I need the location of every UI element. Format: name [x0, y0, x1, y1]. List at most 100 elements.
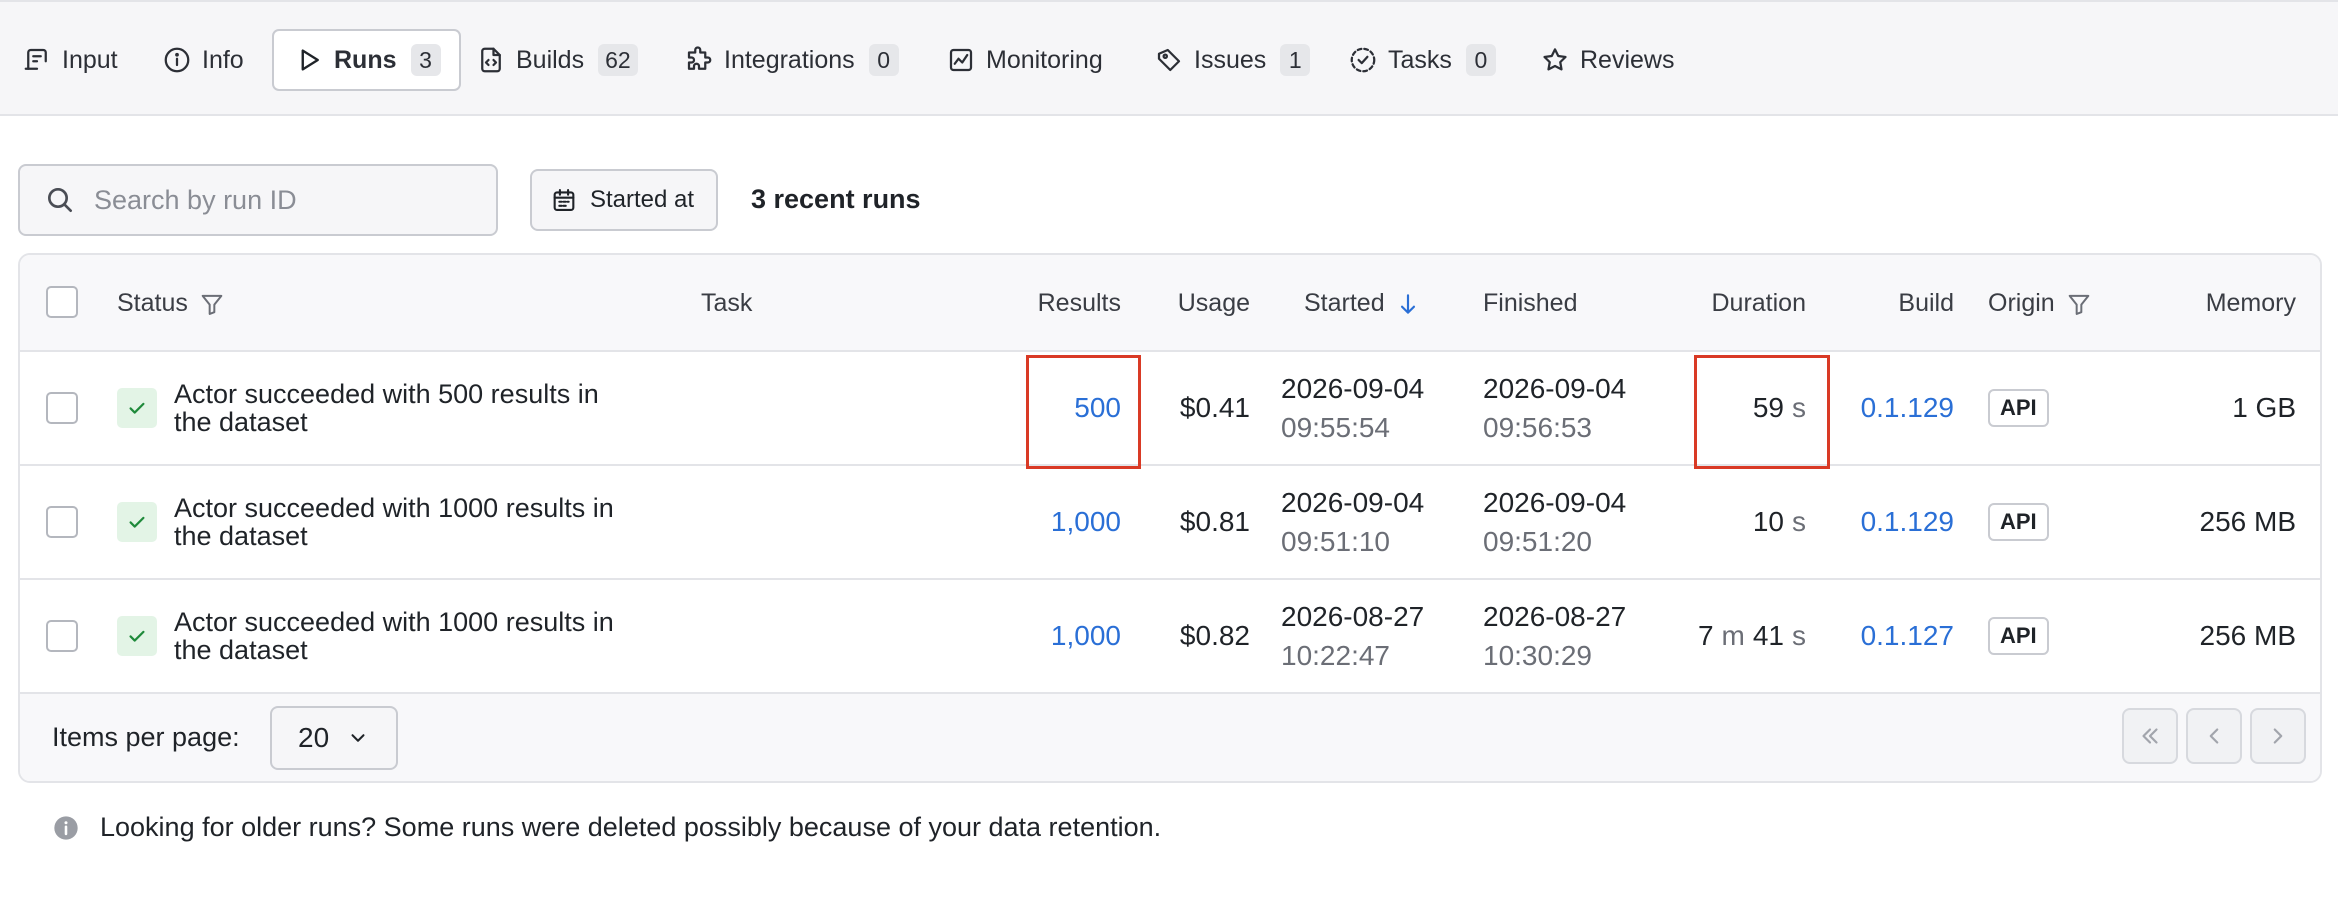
items-per-page-value: 20	[298, 722, 330, 753]
column-header-memory: Memory	[2170, 255, 2296, 352]
chart-icon	[949, 48, 973, 72]
table-header: Status Task Results Usage Started Finish…	[20, 255, 2320, 352]
tab-issues[interactable]: Issues 1	[1154, 29, 1311, 91]
runs-table: Status Task Results Usage Started Finish…	[18, 253, 2322, 783]
started-at-filter-button[interactable]: Started at	[530, 169, 718, 231]
status-line: the dataset	[174, 635, 308, 665]
tab-label: Runs	[334, 45, 397, 74]
status-text[interactable]: Actor succeeded with 1000 results in the…	[174, 608, 674, 664]
status-line: Actor succeeded with 1000 results in	[174, 493, 614, 523]
build-link[interactable]: 0.1.129	[1850, 352, 1954, 464]
started-date: 2026-08-27	[1281, 601, 1425, 632]
tab-count-badge: 0	[1465, 44, 1496, 76]
tab-builds[interactable]: Builds 62	[476, 29, 638, 91]
duration-highlight-box	[1694, 355, 1830, 469]
search-icon	[48, 188, 72, 212]
origin-badge: API	[1988, 503, 2049, 541]
tab-count-badge: 62	[598, 44, 638, 76]
tab-label: Builds	[516, 45, 585, 74]
success-status-badge	[117, 616, 157, 656]
input-icon	[24, 48, 47, 70]
chevron-right-icon	[2273, 728, 2283, 744]
usage-cell: $0.41	[1179, 392, 1250, 423]
tab-info[interactable]: Info	[162, 29, 244, 91]
column-label: Status	[117, 289, 188, 317]
search-box[interactable]	[18, 164, 498, 236]
tab-label: Tasks	[1388, 45, 1452, 74]
status-line: Actor succeeded with 1000 results in	[174, 607, 614, 637]
started-cell: 2026-08-27 10:22:47	[1281, 580, 1424, 692]
info-filled-icon	[54, 815, 78, 840]
build-link[interactable]: 0.1.127	[1850, 580, 1954, 692]
column-header-started[interactable]: Started	[1304, 255, 1421, 352]
retention-notice: Looking for older runs? Some runs were d…	[52, 812, 1161, 843]
status-text[interactable]: Actor succeeded with 1000 results in the…	[174, 494, 674, 550]
table-row[interactable]: Actor succeeded with 1000 results in the…	[20, 580, 2320, 694]
finished-time: 10:30:29	[1483, 640, 1592, 671]
filter-icon[interactable]	[198, 290, 226, 318]
column-label: Duration	[1711, 289, 1807, 317]
duration-value: 41	[1752, 620, 1784, 651]
row-checkbox[interactable]	[46, 620, 78, 652]
results-link[interactable]: 1,000	[1020, 466, 1121, 578]
items-per-page-select[interactable]: 20	[270, 706, 398, 770]
success-status-badge	[117, 388, 157, 428]
memory-cell: 256 MB	[2199, 506, 2297, 537]
column-label: Started	[1304, 289, 1385, 317]
tab-count-badge: 1	[1280, 44, 1311, 76]
column-header-usage: Usage	[1160, 255, 1250, 352]
started-time: 09:55:54	[1281, 412, 1390, 443]
table-row[interactable]: Actor succeeded with 500 results in the …	[20, 352, 2320, 466]
column-header-origin[interactable]: Origin	[1988, 255, 2093, 352]
finished-cell: 2026-09-04 09:56:53	[1483, 352, 1626, 464]
memory-cell: 1 GB	[2232, 392, 2296, 423]
chevron-left-icon	[2209, 728, 2219, 744]
check-icon	[129, 402, 145, 414]
row-checkbox[interactable]	[46, 392, 78, 424]
next-page-button[interactable]	[2250, 708, 2306, 764]
tab-bar: Input Info Runs 3 Builds 62 Integrations…	[0, 0, 2338, 116]
origin-cell: API	[1988, 352, 2049, 464]
column-label: Origin	[1988, 289, 2055, 317]
duration-unit: m	[1721, 620, 1745, 651]
finished-cell: 2026-09-04 09:51:20	[1483, 466, 1626, 578]
tab-input[interactable]: Input	[22, 29, 118, 91]
column-header-duration: Duration	[1670, 255, 1807, 352]
column-label: Usage	[1177, 289, 1250, 317]
build-link[interactable]: 0.1.129	[1850, 466, 1954, 578]
results-link[interactable]: 1,000	[1020, 580, 1121, 692]
column-header-status[interactable]: Status	[117, 255, 226, 352]
memory-cell: 256 MB	[2199, 620, 2297, 651]
status-text[interactable]: Actor succeeded with 500 results in the …	[174, 380, 674, 436]
tab-tasks[interactable]: Tasks 0	[1348, 29, 1496, 91]
tab-runs[interactable]: Runs 3	[272, 29, 461, 91]
duration-cell: 10 s	[1620, 466, 1806, 578]
search-input[interactable]	[94, 184, 454, 216]
check-icon	[129, 630, 145, 642]
filter-icon[interactable]	[2065, 290, 2093, 318]
row-checkbox[interactable]	[46, 506, 78, 538]
previous-page-button[interactable]	[2186, 708, 2242, 764]
select-all-checkbox[interactable]	[46, 286, 78, 318]
column-label: Finished	[1483, 289, 1578, 317]
tab-label: Reviews	[1580, 45, 1675, 74]
task-icon	[1350, 47, 1376, 73]
tab-reviews[interactable]: Reviews	[1540, 29, 1674, 91]
tab-label: Monitoring	[986, 45, 1103, 74]
tab-integrations[interactable]: Integrations 0	[684, 29, 899, 91]
table-row[interactable]: Actor succeeded with 1000 results in the…	[20, 466, 2320, 580]
chevrons-left-icon	[2142, 728, 2158, 744]
started-cell: 2026-09-04 09:51:10	[1281, 466, 1424, 578]
check-icon	[129, 516, 145, 528]
sort-descending-icon	[1400, 293, 1415, 314]
success-status-badge	[117, 502, 157, 542]
started-date: 2026-09-04	[1281, 373, 1425, 404]
file-code-icon	[481, 47, 501, 73]
retention-notice-text: Looking for older runs? Some runs were d…	[100, 812, 1162, 842]
finished-time: 09:51:20	[1483, 526, 1592, 557]
tab-monitoring[interactable]: Monitoring	[946, 29, 1103, 91]
recent-runs-count: 3 recent runs	[751, 184, 921, 214]
started-cell: 2026-09-04 09:55:54	[1281, 352, 1424, 464]
first-page-button[interactable]	[2122, 708, 2178, 764]
status-line: Actor succeeded with 500 results in	[174, 379, 599, 409]
